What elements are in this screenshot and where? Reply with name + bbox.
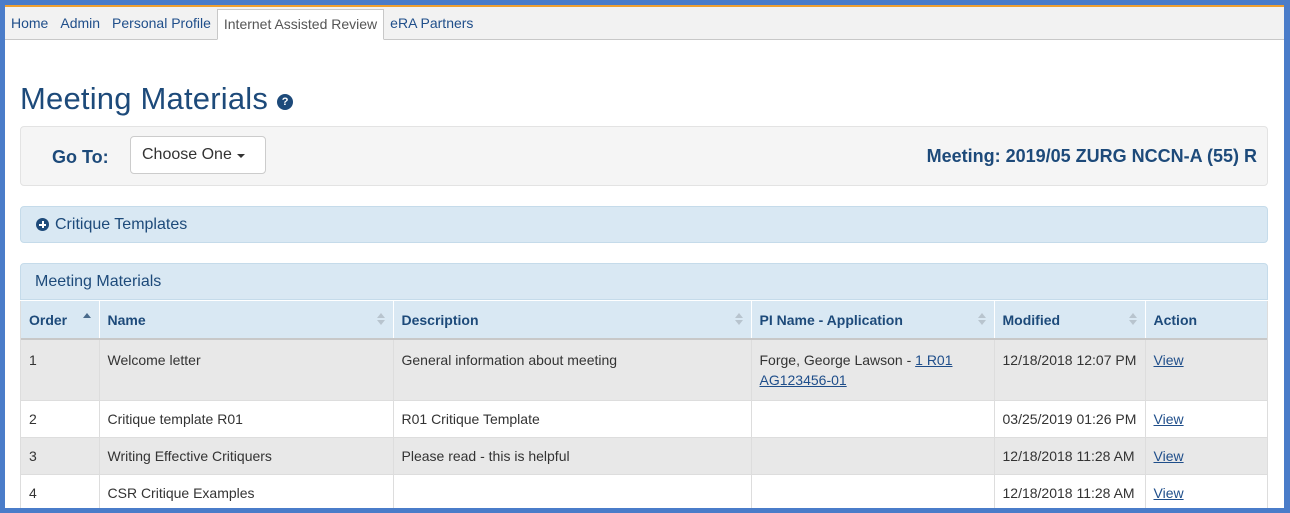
plus-circle-icon	[36, 218, 49, 231]
tab-home[interactable]: Home	[5, 7, 54, 39]
meeting-materials-panel-header: Meeting Materials	[20, 263, 1268, 300]
sort-icon	[1128, 313, 1137, 327]
cell-description: General information about meeting	[393, 339, 752, 401]
cell-order: 1	[21, 339, 100, 401]
view-link[interactable]: View	[1154, 448, 1184, 464]
critique-templates-toggle[interactable]: Critique Templates	[20, 206, 1268, 243]
cell-action: View	[1145, 339, 1267, 401]
title-row: Meeting Materials ?	[20, 81, 294, 117]
cell-pi-name	[751, 437, 995, 475]
cell-order: 4	[21, 474, 100, 508]
cell-order: 3	[21, 437, 100, 475]
sort-icon	[376, 313, 385, 327]
goto-dropdown-button[interactable]: Choose One	[130, 136, 266, 174]
cell-name: Welcome letter	[99, 339, 394, 401]
cell-modified: 12/18/2018 11:28 AM	[994, 437, 1146, 475]
view-link[interactable]: View	[1154, 352, 1184, 368]
sort-icon	[734, 313, 743, 327]
cell-pi-name	[751, 400, 995, 438]
view-link[interactable]: View	[1154, 411, 1184, 427]
meeting-materials-panel-label: Meeting Materials	[35, 272, 162, 290]
cell-modified: 12/18/2018 11:28 AM	[994, 474, 1146, 508]
col-header-modified[interactable]: Modified	[994, 301, 1146, 340]
col-header-description[interactable]: Description	[393, 301, 752, 340]
pi-name-text: Forge, George Lawson -	[759, 352, 916, 368]
table-header-row: Order Name Description PI Name - Applica…	[21, 301, 1267, 340]
goto-dropdown-value: Choose One	[142, 146, 232, 163]
goto-well: Go To: Choose One Meeting: 2019/05 ZURG …	[20, 126, 1268, 186]
materials-table: Order Name Description PI Name - Applica…	[21, 301, 1267, 508]
cell-description: Please read - this is helpful	[393, 437, 752, 475]
cell-description	[393, 474, 752, 508]
top-nav: Home Admin Personal Profile Internet Ass…	[5, 7, 1284, 40]
tab-admin[interactable]: Admin	[54, 7, 106, 39]
page-title: Meeting Materials	[20, 81, 269, 116]
cell-description: R01 Critique Template	[393, 400, 752, 438]
table-row: 1 Welcome letter General information abo…	[21, 339, 1267, 401]
cell-name: Critique template R01	[99, 400, 394, 438]
cell-pi-name	[751, 474, 995, 508]
app-frame: Home Admin Personal Profile Internet Ass…	[5, 5, 1284, 508]
table-row: 4 CSR Critique Examples 12/18/2018 11:28…	[21, 474, 1267, 508]
tab-personal-profile[interactable]: Personal Profile	[106, 7, 217, 39]
cell-action: View	[1145, 474, 1267, 508]
cell-action: View	[1145, 437, 1267, 475]
table-row: 2 Critique template R01 R01 Critique Tem…	[21, 400, 1267, 438]
cell-name: Writing Effective Critiquers	[99, 437, 394, 475]
col-header-name[interactable]: Name	[99, 301, 394, 340]
goto-label: Go To:	[52, 147, 109, 167]
col-header-order[interactable]: Order	[21, 301, 100, 340]
caret-down-icon	[236, 154, 245, 158]
view-link[interactable]: View	[1154, 485, 1184, 501]
cell-order: 2	[21, 400, 100, 438]
cell-pi-name: Forge, George Lawson - 1 R01 AG123456-01	[751, 339, 995, 401]
col-header-action: Action	[1145, 301, 1267, 340]
tab-internet-assisted-review[interactable]: Internet Assisted Review	[216, 9, 385, 40]
sort-icon	[977, 313, 986, 327]
sort-ascending-icon	[82, 313, 91, 319]
cell-modified: 03/25/2019 01:26 PM	[994, 400, 1146, 438]
cell-action: View	[1145, 400, 1267, 438]
materials-table-wrap: Order Name Description PI Name - Applica…	[20, 301, 1268, 508]
critique-templates-label: Critique Templates	[55, 215, 188, 233]
table-row: 3 Writing Effective Critiquers Please re…	[21, 437, 1267, 475]
tab-era-partners[interactable]: eRA Partners	[384, 7, 479, 39]
question-circle-icon[interactable]: ?	[277, 94, 294, 110]
meeting-label: Meeting: 2019/05 ZURG NCCN-A (55) R	[926, 146, 1257, 166]
cell-modified: 12/18/2018 12:07 PM	[994, 339, 1146, 401]
col-header-pi-name[interactable]: PI Name - Application	[751, 301, 995, 340]
cell-name: CSR Critique Examples	[99, 474, 394, 508]
